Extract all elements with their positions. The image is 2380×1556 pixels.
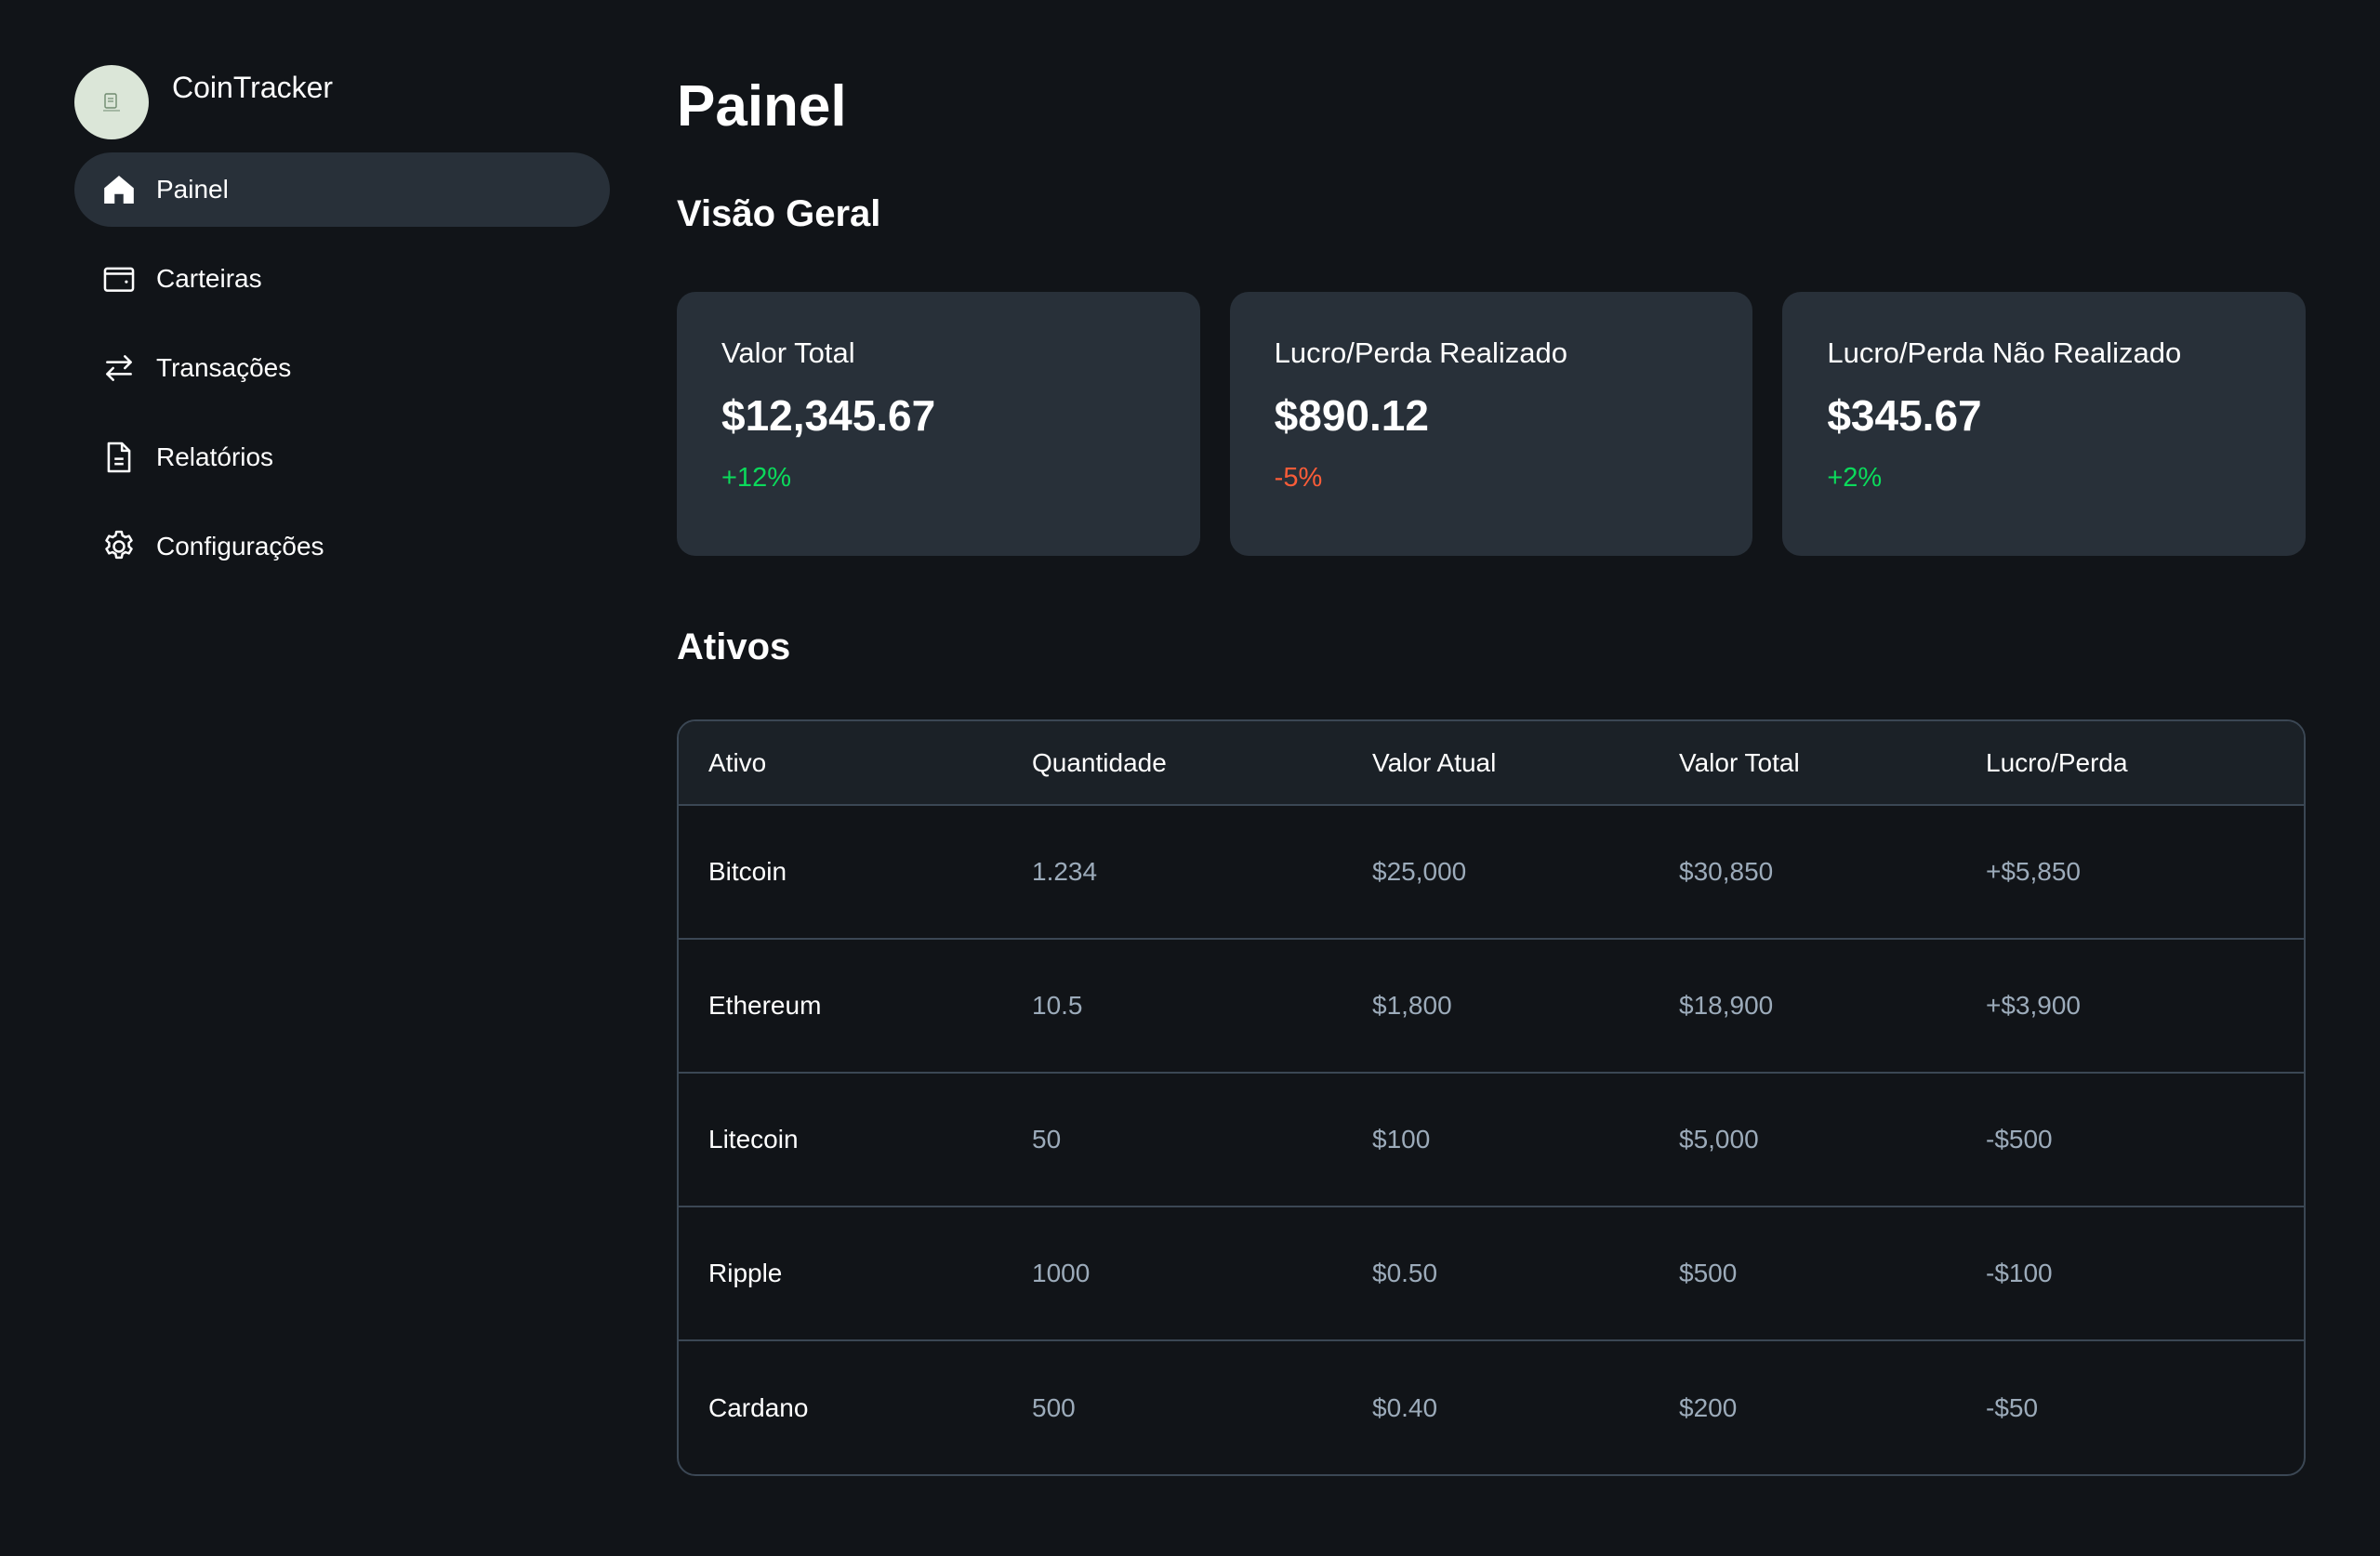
column-header-asset[interactable]: Ativo — [679, 721, 1002, 805]
card-value: $345.67 — [1827, 391, 1982, 440]
app-name: CoinTracker — [172, 71, 334, 104]
card-change: -5% — [1274, 463, 1323, 493]
table-row[interactable]: Ethereum 10.5 $1,800 $18,900 +$3,900 — [679, 939, 2304, 1073]
cell-asset: Litecoin — [708, 1125, 799, 1154]
card-label: Valor Total — [721, 336, 855, 369]
assets-table: Ativo Quantidade Valor Atual Valor Total… — [679, 721, 2304, 1474]
assets-title: Ativos — [677, 626, 791, 667]
card-value: $12,345.67 — [721, 391, 936, 440]
page-title: Painel — [677, 74, 847, 138]
cell-profit-loss: -$50 — [1986, 1392, 2039, 1422]
cell-profit-loss: +$3,900 — [1986, 991, 2081, 1020]
cell-profit-loss: -$500 — [1986, 1125, 2053, 1154]
cell-total-value: $18,900 — [1679, 991, 1774, 1020]
cell-quantity: 1000 — [1032, 1259, 1091, 1287]
overview-title: Visão Geral — [677, 193, 881, 234]
sidebar-item-label: Carteiras — [156, 264, 262, 293]
sidebar-nav: Painel Carteiras Transações Relatórios C… — [74, 152, 610, 584]
sidebar-item-configuracoes[interactable]: Configurações — [74, 509, 610, 584]
cell-profit-loss: -$100 — [1986, 1259, 2053, 1287]
column-header-current-value[interactable]: Valor Atual — [1342, 721, 1649, 805]
assets-table-container: Ativo Quantidade Valor Atual Valor Total… — [677, 719, 2306, 1476]
sidebar-item-relatorios[interactable]: Relatórios — [74, 420, 610, 494]
cell-asset: Ripple — [708, 1259, 783, 1287]
brand: CoinTracker — [74, 65, 610, 143]
table-row[interactable]: Litecoin 50 $100 $5,000 -$500 — [679, 1073, 2304, 1207]
card-label: Lucro/Perda Realizado — [1274, 336, 1568, 369]
cell-current-value: $100 — [1372, 1125, 1431, 1154]
card-change: +2% — [1827, 463, 1883, 493]
column-header-total-value[interactable]: Valor Total — [1649, 721, 1956, 805]
sidebar-item-carteiras[interactable]: Carteiras — [74, 242, 610, 316]
app-root: CoinTracker Painel Carteiras Transações … — [0, 0, 2380, 1556]
card-change: +12% — [721, 463, 791, 493]
cell-quantity: 1.234 — [1032, 857, 1098, 886]
table-header-row: Ativo Quantidade Valor Atual Valor Total… — [679, 721, 2304, 805]
column-header-quantity[interactable]: Quantidade — [1002, 721, 1342, 805]
cell-total-value: $5,000 — [1679, 1125, 1759, 1154]
cell-current-value: $25,000 — [1372, 857, 1467, 886]
cell-quantity: 50 — [1032, 1125, 1062, 1154]
cell-asset: Cardano — [708, 1392, 809, 1422]
wallet-icon — [100, 260, 138, 297]
cell-profit-loss: +$5,850 — [1986, 857, 2081, 886]
sidebar-item-label: Relatórios — [156, 442, 274, 471]
cell-current-value: $0.50 — [1372, 1259, 1438, 1287]
cell-quantity: 10.5 — [1032, 991, 1083, 1020]
cell-current-value: $0.40 — [1372, 1392, 1438, 1422]
card-label: Lucro/Perda Não Realizado — [1827, 336, 2182, 369]
stat-card-total-value: Valor Total $12,345.67 +12% — [677, 292, 1200, 556]
card-value: $890.12 — [1274, 391, 1429, 440]
sidebar-item-painel[interactable]: Painel — [74, 152, 610, 227]
stat-card-realized-pl: Lucro/Perda Realizado $890.12 -5% — [1229, 292, 1753, 556]
overview-cards: Valor Total $12,345.67 +12% Lucro/Perda … — [677, 292, 2307, 556]
cell-asset: Ethereum — [708, 991, 822, 1020]
sidebar-item-label: Transações — [156, 353, 292, 382]
cell-current-value: $1,800 — [1372, 991, 1452, 1020]
cell-total-value: $200 — [1679, 1392, 1738, 1422]
gear-icon — [100, 528, 138, 565]
cell-total-value: $500 — [1679, 1259, 1738, 1287]
table-row[interactable]: Ripple 1000 $0.50 $500 -$100 — [679, 1207, 2304, 1340]
stat-card-unrealized-pl: Lucro/Perda Não Realizado $345.67 +2% — [1782, 292, 2307, 556]
document-icon — [100, 439, 138, 476]
cell-asset: Bitcoin — [708, 857, 787, 886]
main-content: Painel Visão Geral Valor Total $12,345.6… — [677, 65, 2307, 1476]
table-row[interactable]: Bitcoin 1.234 $25,000 $30,850 +$5,850 — [679, 805, 2304, 939]
logo-document-icon — [103, 93, 120, 112]
column-header-profit-loss[interactable]: Lucro/Perda — [1956, 721, 2304, 805]
sidebar: CoinTracker Painel Carteiras Transações … — [74, 65, 610, 599]
sidebar-item-transacoes[interactable]: Transações — [74, 331, 610, 405]
table-row[interactable]: Cardano 500 $0.40 $200 -$50 — [679, 1340, 2304, 1474]
home-icon — [100, 171, 138, 208]
app-logo[interactable] — [74, 65, 149, 139]
cell-quantity: 500 — [1032, 1392, 1076, 1422]
sidebar-item-label: Painel — [156, 175, 229, 204]
cell-total-value: $30,850 — [1679, 857, 1774, 886]
arrows-exchange-icon — [100, 349, 138, 387]
sidebar-item-label: Configurações — [156, 532, 324, 560]
